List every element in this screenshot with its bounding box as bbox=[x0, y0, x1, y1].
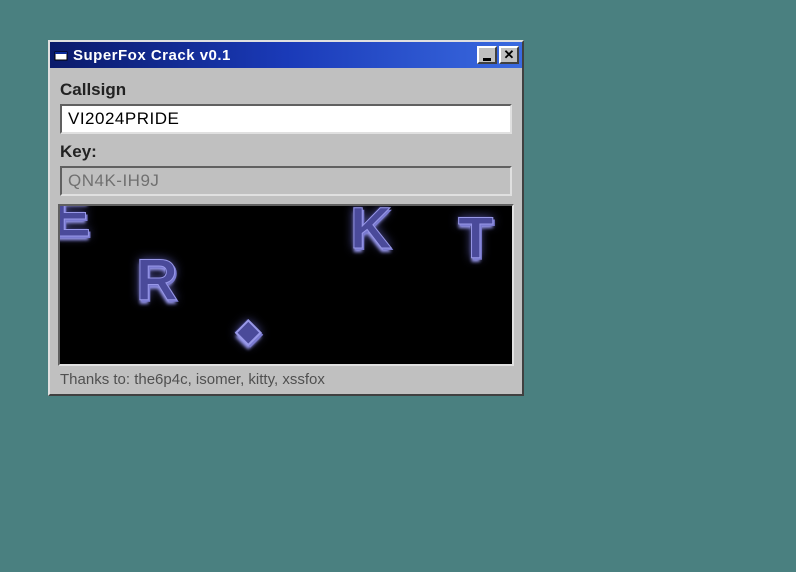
key-output bbox=[60, 166, 512, 196]
callsign-label: Callsign bbox=[60, 80, 512, 100]
demo-scroller: E R ◆ K T bbox=[58, 204, 514, 366]
key-label: Key: bbox=[60, 142, 512, 162]
demo-letter: K bbox=[350, 204, 392, 258]
app-window: SuperFox Crack v0.1 ✕ Callsign Key: E R … bbox=[48, 40, 524, 396]
app-icon bbox=[53, 47, 69, 63]
demo-letter: E bbox=[58, 204, 91, 246]
credits-text: Thanks to: the6p4c, isomer, kitty, xssfo… bbox=[58, 368, 514, 392]
window-content: Callsign Key: E R ◆ K T Thanks to: the6p… bbox=[50, 68, 522, 394]
demo-letter: T bbox=[458, 210, 493, 268]
demo-letter: ◆ bbox=[236, 314, 261, 346]
titlebar[interactable]: SuperFox Crack v0.1 ✕ bbox=[50, 42, 522, 68]
demo-letter: R bbox=[136, 252, 178, 310]
window-controls: ✕ bbox=[477, 46, 519, 64]
minimize-button[interactable] bbox=[477, 46, 497, 64]
close-button[interactable]: ✕ bbox=[499, 46, 519, 64]
window-title: SuperFox Crack v0.1 bbox=[73, 47, 477, 64]
callsign-input[interactable] bbox=[60, 104, 512, 134]
